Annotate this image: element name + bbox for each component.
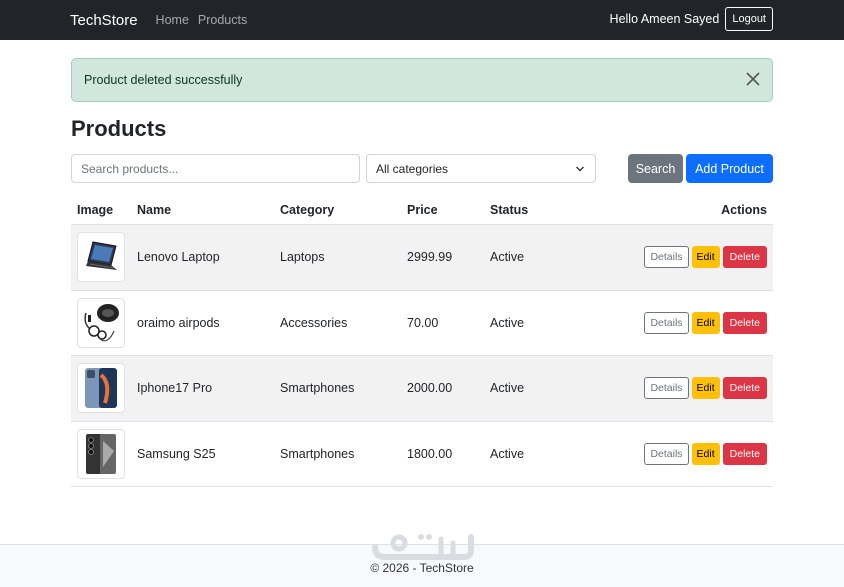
product-status: Active: [490, 446, 525, 461]
product-category: Accessories: [280, 315, 348, 330]
delete-button[interactable]: Delete: [722, 311, 767, 334]
product-category: Smartphones: [280, 446, 355, 461]
product-status: Active: [490, 250, 525, 265]
user-area: Hello Ameen Sayed Logout: [610, 7, 773, 31]
details-button[interactable]: Details: [644, 311, 689, 334]
footer-copyright: © 2026 - TechStore: [370, 561, 474, 575]
details-button[interactable]: Details: [644, 246, 689, 269]
laptop-icon: [86, 241, 117, 271]
table-header: Image Name Category Price Status Actions: [71, 196, 773, 225]
chevron-down-icon: [576, 166, 584, 172]
edit-button[interactable]: Edit: [691, 246, 720, 269]
product-image: [77, 297, 125, 348]
brand-link[interactable]: TechStore: [70, 12, 138, 29]
product-price: 1800.00: [407, 446, 453, 461]
logout-button[interactable]: Logout: [725, 7, 773, 31]
header-image: Image: [77, 203, 114, 217]
nav-link-products[interactable]: Products: [198, 13, 247, 27]
user-greeting: Hello Ameen Sayed: [609, 12, 720, 26]
earbuds-icon: [84, 303, 119, 342]
nav-link-home[interactable]: Home: [156, 13, 189, 27]
row-actions: Details Edit Delete: [644, 311, 767, 334]
product-price: 2999.99: [407, 250, 453, 265]
navbar: TechStore Home Products Hello Ameen Saye…: [0, 0, 844, 40]
close-icon[interactable]: [745, 71, 761, 87]
alert-message: Product deleted successfully: [84, 73, 243, 87]
table-row: oraimo airpods Accessories 70.00 Active …: [71, 291, 773, 356]
iphone-icon: [85, 368, 117, 409]
watermark-logo: [372, 534, 474, 560]
header-name: Name: [137, 203, 172, 217]
row-actions: Details Edit Delete: [644, 442, 767, 465]
details-button[interactable]: Details: [644, 442, 689, 465]
header-status: Status: [490, 203, 529, 217]
page-title: Products: [71, 116, 167, 141]
filter-bar: All categories Search Add Product: [71, 154, 773, 184]
category-selected: All categories: [376, 161, 449, 176]
product-status: Active: [490, 315, 525, 330]
product-image: [77, 428, 125, 479]
search-button[interactable]: Search: [628, 154, 683, 183]
table-row: Iphone17 Pro Smartphones 2000.00 Active …: [71, 356, 773, 422]
table-row: Samsung S25 Smartphones 1800.00 Active D…: [71, 422, 773, 487]
product-image: [77, 232, 125, 283]
edit-button[interactable]: Edit: [691, 442, 720, 465]
add-product-button[interactable]: Add Product: [686, 154, 773, 183]
products-table: Image Name Category Price Status Actions…: [71, 196, 773, 487]
edit-button[interactable]: Edit: [691, 311, 720, 334]
product-name: Iphone17 Pro: [137, 381, 213, 396]
row-actions: Details Edit Delete: [644, 246, 767, 269]
product-price: 2000.00: [407, 381, 453, 396]
product-name: Lenovo Laptop: [137, 250, 220, 265]
product-name: Samsung S25: [137, 446, 216, 461]
product-category: Laptops: [280, 250, 325, 265]
edit-button[interactable]: Edit: [691, 377, 720, 400]
header-category: Category: [280, 203, 335, 217]
product-category: Smartphones: [280, 381, 355, 396]
details-button[interactable]: Details: [644, 377, 689, 400]
category-select[interactable]: All categories: [366, 154, 596, 183]
search-input[interactable]: [71, 154, 360, 183]
delete-button[interactable]: Delete: [722, 377, 767, 400]
product-price: 70.00: [407, 315, 439, 330]
success-alert: Product deleted successfully: [71, 58, 773, 102]
header-price: Price: [407, 203, 438, 217]
header-actions: Actions: [721, 203, 767, 217]
row-actions: Details Edit Delete: [644, 377, 767, 400]
product-status: Active: [490, 381, 525, 396]
product-name: oraimo airpods: [137, 315, 220, 330]
table-row: Lenovo Laptop Laptops 2999.99 Active Det…: [71, 225, 773, 291]
delete-button[interactable]: Delete: [722, 246, 767, 269]
delete-button[interactable]: Delete: [722, 442, 767, 465]
product-image: [77, 363, 125, 414]
samsung-phone-icon: [86, 433, 116, 474]
